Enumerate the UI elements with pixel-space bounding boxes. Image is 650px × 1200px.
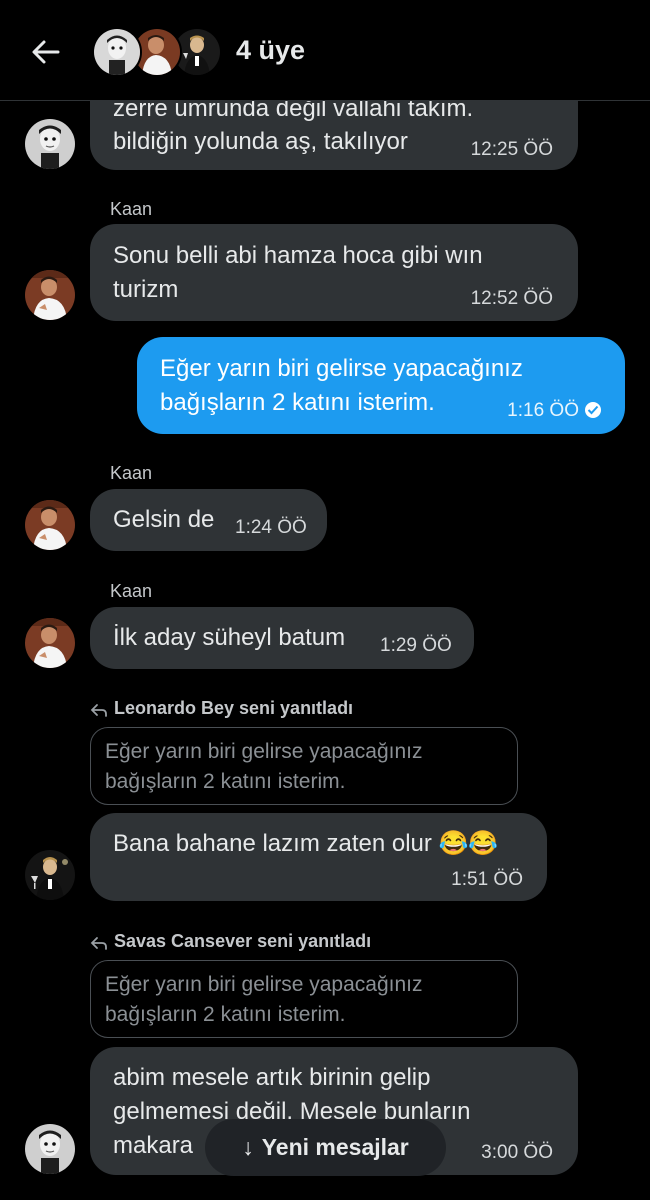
quoted-message[interactable]: Eğer yarın biri gelirse yapacağınız bağı… [90,727,518,805]
message-text: makara [113,1132,194,1159]
message-time: 1:29 ÖÖ [380,635,452,656]
kaan-avatar[interactable] [25,618,75,668]
received-message-bubble[interactable]: Sonu belli abi hamza hoca gibi wın turiz… [90,224,578,321]
sender-name: Kaan [110,199,153,219]
reply-indicator: Leonardo Bey seni yanıtladı [90,698,353,719]
message-time: 12:52 ÖÖ [470,288,553,309]
received-message-bubble[interactable]: İlk aday süheyl batum 1:29 ÖÖ [90,607,474,669]
member-count: 4 üye [236,35,306,65]
message-list[interactable]: zerre umrunda değil vallahi takım. bildi… [0,101,650,1200]
message-time: 12:25 ÖÖ [470,139,553,160]
quote-text: bağışların 2 katını isterim. [105,1003,346,1026]
message-time: 1:51 ÖÖ [451,869,523,890]
pale-man-avatar[interactable] [25,119,75,169]
message-text: Gelsin de [113,506,215,533]
message-text: turizm [113,276,179,303]
down-arrow-icon: ↓ [242,1134,254,1160]
message-time-with-check: 1:16 ÖÖ [507,394,601,428]
sender-name: Kaan [110,581,153,601]
reply-arrow-icon [90,937,107,950]
read-check-icon [585,402,601,418]
new-messages-button[interactable]: ↓ Yeni mesajlar [205,1119,446,1176]
kaan-avatar[interactable] [25,500,75,550]
message-time: 1:24 ÖÖ [235,517,307,538]
reply-arrow-icon [90,704,107,717]
member-avatar-pale-man [92,27,142,77]
kaan-avatar[interactable] [25,270,75,320]
message-text: bağışların 2 katını isterim. [160,389,435,416]
received-message-bubble[interactable]: zerre umrunda değil vallahi takım. bildi… [90,101,578,170]
quote-text: bağışların 2 katını isterim. [105,770,346,793]
message-time: 1:16 ÖÖ [507,400,579,421]
message-text: Sonu belli abi hamza hoca gibi wın [113,242,483,269]
reply-indicator: Savas Cansever seni yanıtladı [90,931,371,952]
received-message-bubble[interactable]: Gelsin de 1:24 ÖÖ [90,489,327,551]
group-avatars[interactable] [92,27,222,77]
quote-text: Eğer yarın biri gelirse yapacağınız [105,973,423,996]
quote-text: Eğer yarın biri gelirse yapacağınız [105,740,423,763]
quoted-message[interactable]: Eğer yarın biri gelirse yapacağınız bağı… [90,960,518,1038]
message-text: bildiğin yolunda aş, takılıyor [113,128,408,155]
reply-label-text: Savas Cansever seni yanıtladı [114,931,372,951]
message-text: İlk aday süheyl batum [113,624,346,651]
reply-label-text: Leonardo Bey seni yanıtladı [114,698,354,718]
pale-man-avatar[interactable] [25,1124,75,1174]
received-message-bubble[interactable]: Bana bahane lazım zaten olur 😂😂 1:51 ÖÖ [90,813,547,901]
message-text: Bana bahane lazım zaten olur 😂😂 [113,830,499,857]
message-time: 3:00 ÖÖ [481,1142,553,1163]
sent-message-bubble[interactable]: Eğer yarın biri gelirse yapacağınız bağı… [137,337,625,434]
new-messages-label: Yeni mesajlar [261,1134,409,1160]
leonardo-avatar[interactable] [25,850,75,900]
chat-header: 4 üye [0,0,650,101]
message-text: abim mesele artık birinin gelip [113,1064,431,1091]
message-text: zerre umrunda değil vallahi takım. [113,101,474,122]
message-text: Eğer yarın biri gelirse yapacağınız [160,355,523,382]
back-arrow-icon[interactable] [28,34,64,70]
sender-name: Kaan [110,463,153,483]
